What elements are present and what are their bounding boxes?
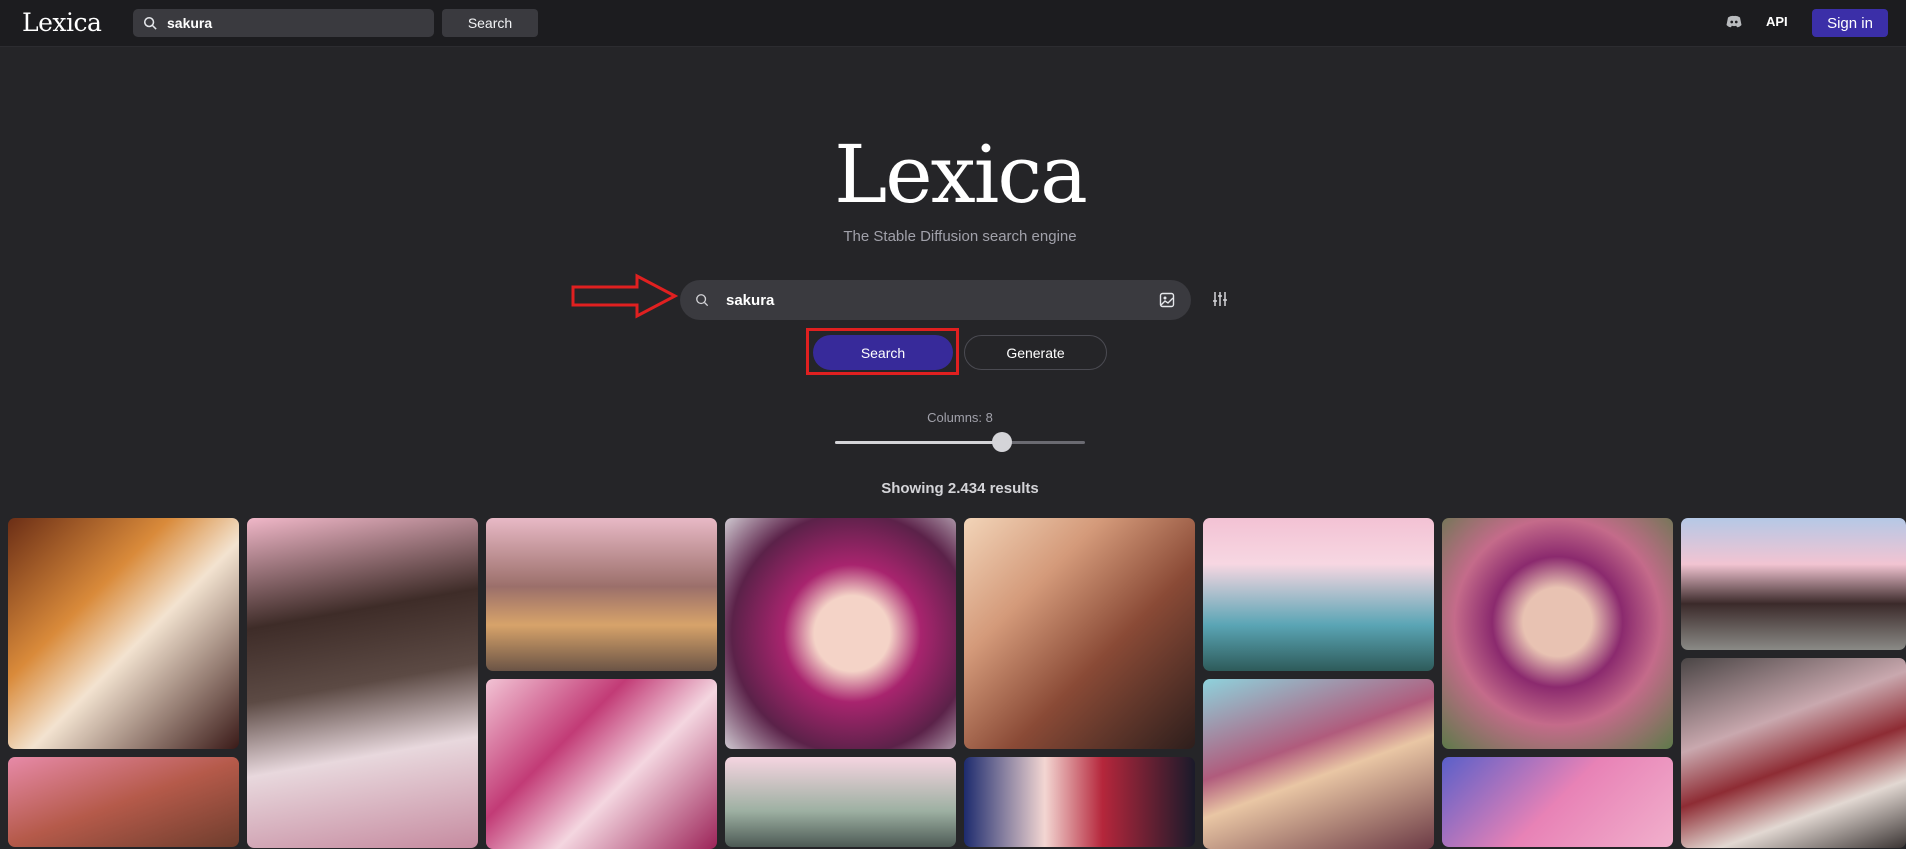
api-link[interactable]: API (1766, 14, 1788, 29)
filters-icon[interactable] (1212, 291, 1228, 307)
gallery-image[interactable] (1203, 679, 1434, 849)
navbar-search-field[interactable] (133, 9, 434, 37)
gallery-image[interactable] (1203, 518, 1434, 671)
search-icon (143, 16, 157, 30)
main-search-field[interactable] (680, 280, 1191, 320)
gallery-image[interactable] (725, 757, 956, 847)
gallery-image[interactable] (964, 757, 1195, 847)
gallery-image[interactable] (247, 518, 478, 848)
hero-subtitle: The Stable Diffusion search engine (843, 228, 1077, 245)
gallery-image[interactable] (486, 679, 717, 849)
gallery-image[interactable] (1442, 518, 1673, 749)
gallery-image[interactable] (486, 518, 717, 671)
results-count: Showing 2.434 results (881, 480, 1039, 497)
hero-title: Lexica (834, 128, 1088, 221)
navbar-search-button[interactable]: Search (442, 9, 538, 37)
gallery-image[interactable] (8, 757, 239, 847)
discord-icon[interactable] (1725, 13, 1743, 31)
columns-slider-handle[interactable] (991, 432, 1012, 452)
gallery-image[interactable] (1442, 757, 1673, 847)
image-search-icon[interactable] (1159, 292, 1175, 308)
gallery-image[interactable] (1681, 518, 1906, 650)
red-arrow-annotation (571, 273, 679, 319)
columns-slider[interactable] (835, 432, 1085, 452)
sign-in-button[interactable]: Sign in (1812, 9, 1888, 37)
gallery-image[interactable] (964, 518, 1195, 749)
columns-slider-fill (835, 441, 1002, 444)
columns-label: Columns: 8 (927, 410, 993, 425)
main-search-input[interactable] (724, 290, 1128, 310)
search-icon (696, 294, 709, 307)
gallery-image[interactable] (1681, 658, 1906, 848)
logo[interactable]: Lexica (22, 8, 102, 37)
navbar-search-input[interactable] (165, 14, 419, 32)
red-highlight-box (806, 328, 959, 375)
gallery-image[interactable] (725, 518, 956, 749)
gallery-image[interactable] (8, 518, 239, 749)
generate-button[interactable]: Generate (964, 335, 1107, 370)
top-navbar: Lexica Search API Sign in (0, 0, 1906, 47)
